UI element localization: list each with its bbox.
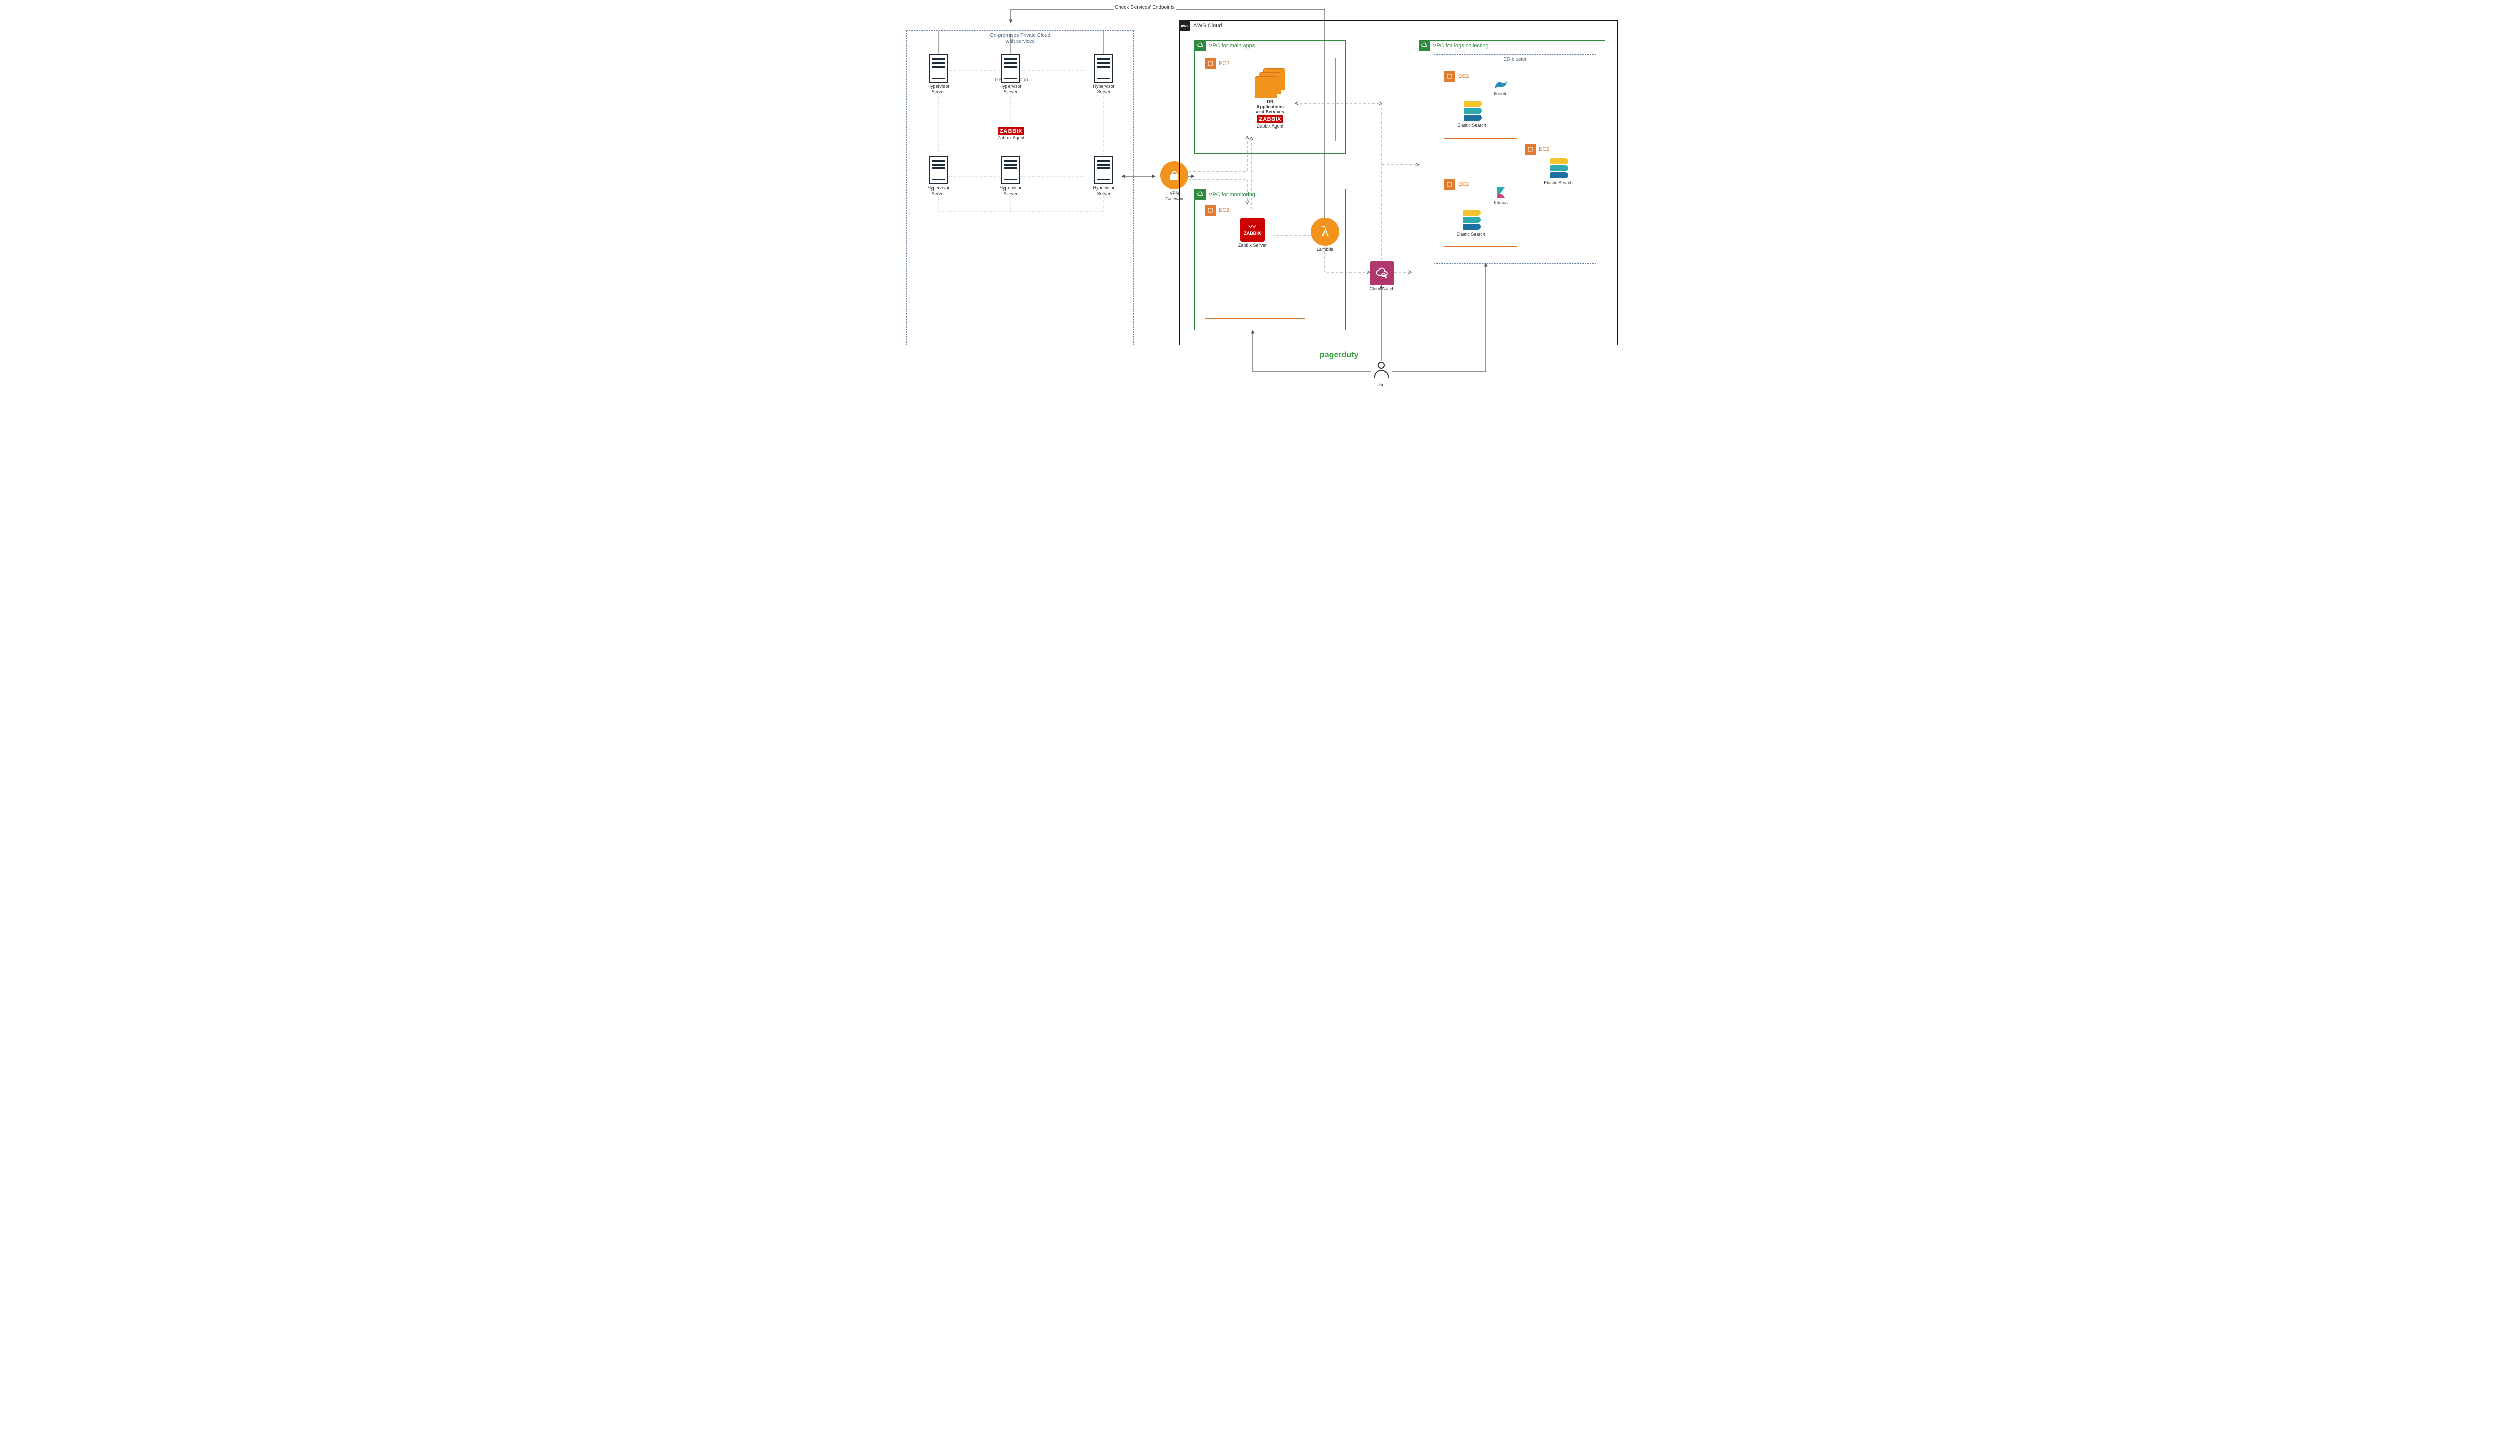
fluentd-node: fluentd [1487, 79, 1515, 96]
onprem-zabbix-agent: ZABBIX Zabbix Agent [992, 127, 1030, 140]
kibana-node: Kibana [1487, 186, 1515, 205]
dr-apps-node: DR Applications and Services ZABBIX Zabb… [1235, 68, 1305, 129]
hypervisor-4: Hypervisor Server [918, 156, 959, 197]
elasticsearch-icon [1460, 209, 1482, 231]
elasticsearch-icon [1461, 100, 1483, 122]
zabbix-server-icon: 〰ZABBIX [1240, 218, 1265, 242]
label-check-endpoints: Check Services' Endpoints [1114, 5, 1176, 10]
aws-badge-icon: aws [1179, 20, 1190, 31]
lambda-node: λ Lambda [1307, 218, 1343, 252]
hypervisor-5: Hypervisor Server [990, 156, 1031, 197]
zabbix-server-node: 〰ZABBIX Zabbix Server [1230, 218, 1275, 248]
zabbix-logo: ZABBIX [1257, 115, 1283, 123]
es-node-3: Elastic Search [1451, 209, 1491, 237]
elasticsearch-icon [1547, 157, 1569, 179]
es-node-1: Elastic Search [1452, 100, 1492, 128]
es-node-2: Elastic Search [1538, 157, 1579, 185]
ec2-icon [1444, 71, 1455, 82]
vpc-icon [1194, 40, 1206, 51]
cloudwatch-node: CloudWatch [1364, 261, 1400, 291]
ec2-icon [1205, 205, 1216, 216]
vpc-icon [1419, 40, 1430, 51]
ec2-icon [1444, 179, 1455, 190]
server-icon [1094, 54, 1113, 83]
onprem-title: On-premises Private Cloud with services [907, 33, 1133, 45]
vpc-icon [1194, 189, 1206, 200]
lambda-icon: λ [1311, 218, 1339, 246]
server-icon [1001, 54, 1020, 83]
hypervisor-1: Hypervisor Server [918, 54, 959, 95]
kibana-icon [1496, 186, 1506, 199]
user-icon [1372, 362, 1391, 382]
cloudwatch-icon [1370, 261, 1394, 285]
ec2-icon [1205, 58, 1216, 69]
es-cluster-title: ES cluster [1434, 57, 1596, 63]
server-icon [929, 156, 948, 184]
user-node: User [1371, 362, 1392, 387]
server-icon [929, 54, 948, 83]
server-icon [1001, 156, 1020, 184]
ec2-icon [1525, 144, 1536, 155]
hypervisor-6: Hypervisor Server [1084, 156, 1124, 197]
pagerduty-logo: pagerduty [1319, 351, 1358, 360]
hypervisor-3: Hypervisor Server [1084, 54, 1124, 95]
aws-header: aws AWS Cloud [1179, 20, 1222, 31]
zabbix-logo: ZABBIX [998, 127, 1024, 135]
ec2-stack-icon [1255, 68, 1285, 98]
diagram-canvas: Check Services' Endpoints Generic Group … [892, 0, 1628, 398]
hypervisor-2: Hypervisor Server [990, 54, 1031, 95]
fluentd-icon [1494, 79, 1508, 90]
server-icon [1094, 156, 1113, 184]
